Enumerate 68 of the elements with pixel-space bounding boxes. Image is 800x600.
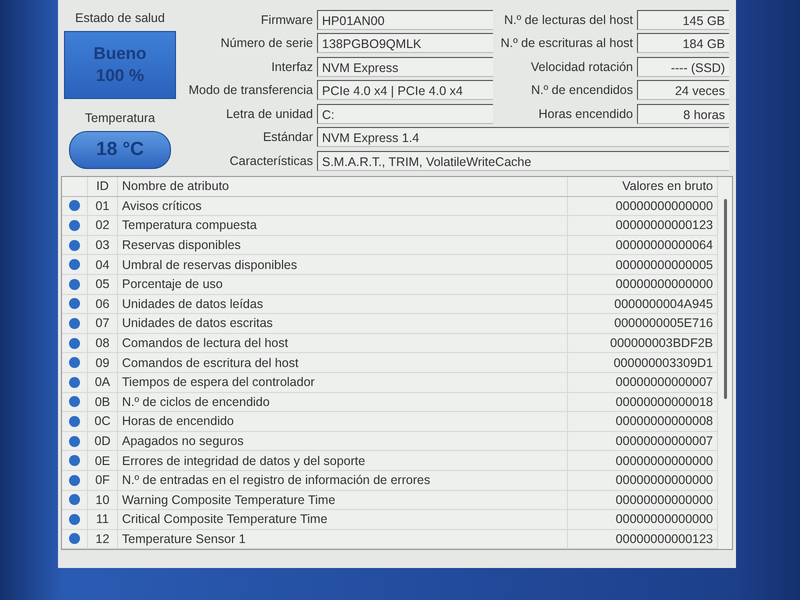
- field-value: ---- (SSD): [637, 56, 729, 77]
- table-cell: 11: [88, 510, 118, 529]
- table-cell: 0C: [88, 412, 118, 431]
- field-value: NVM Express: [317, 56, 493, 77]
- field-value: 145 GB: [637, 10, 729, 30]
- table-cell: 01: [88, 196, 118, 216]
- table-cell: Avisos críticos: [118, 196, 568, 216]
- table-cell: 0A: [88, 372, 118, 392]
- table-cell: Reservas disponibles: [118, 236, 568, 254]
- field-label: N.º de lecturas del host: [503, 12, 633, 27]
- table-cell: 0E: [88, 451, 118, 470]
- table-cell: Tiempos de espera del controlador: [118, 372, 568, 392]
- table-cell: Umbral de reservas disponibles: [118, 255, 568, 274]
- table-cell: 05: [88, 274, 118, 294]
- table-cell: Unidades de datos escritas: [118, 314, 568, 333]
- table-cell: 03: [88, 236, 118, 254]
- field-value: 138PGBO9QMLK: [317, 33, 493, 54]
- table-cell: 08: [88, 334, 118, 352]
- table-cell: 06: [88, 294, 118, 314]
- table-cell: Critical Composite Temperature Time: [118, 510, 568, 529]
- field-value: C:: [317, 104, 493, 124]
- table-cell: Errores de integridad de datos y del soporte: [118, 451, 568, 470]
- field-label: Número de serie: [220, 36, 313, 50]
- table-cell: Comandos de lectura del host: [118, 334, 568, 352]
- table-cell: 0F: [88, 470, 118, 490]
- table-cell: Temperatura compuesta: [118, 216, 568, 235]
- health-percent: 100 %: [96, 65, 144, 87]
- table-cell: Horas de encendido: [118, 412, 568, 431]
- table-cell: 10: [88, 490, 118, 510]
- table-cell: Comandos de escritura del host: [118, 353, 568, 372]
- table-cell: 07: [88, 314, 118, 333]
- field-value: PCIe 4.0 x4 | PCIe 4.0 x4: [317, 80, 493, 100]
- field-label: Horas encendido: [537, 106, 633, 121]
- table-cell: Porcentaje de uso: [118, 274, 568, 294]
- table-cell: 0B: [88, 392, 118, 412]
- temperature-label: Temperatura: [84, 111, 156, 125]
- field-value: 184 GB: [637, 33, 729, 54]
- temperature-value: 18 °C: [69, 131, 171, 169]
- field-value: HP01AN00: [317, 10, 493, 30]
- table-cell: 02: [88, 216, 118, 235]
- health-status: Bueno: [94, 43, 146, 65]
- table-cell: 0D: [88, 432, 118, 450]
- field-value: NVM Express 1.4: [317, 127, 729, 148]
- health-label: Estado de salud: [75, 11, 165, 25]
- field-value: S.M.A.R.T., TRIM, VolatileWriteCache: [317, 150, 729, 171]
- field-label: N.º de encendidos: [530, 83, 633, 98]
- field-label: N.º de escrituras al host: [500, 36, 633, 50]
- field-label: Interfaz: [270, 60, 313, 74]
- field-label: Estándar: [262, 130, 313, 144]
- column-header[interactable]: ID: [88, 177, 118, 196]
- field-value: 24 veces: [637, 80, 729, 100]
- table-cell: N.º de ciclos de encendido: [118, 392, 568, 412]
- table-cell: 09: [88, 353, 118, 372]
- table-cell: Apagados no seguros: [118, 432, 568, 450]
- table-cell: Temperature Sensor 1: [118, 530, 568, 548]
- scrollbar-thumb[interactable]: [724, 199, 726, 399]
- table-cell: 04: [88, 255, 118, 274]
- table-cell: N.º de entradas en el registro de información de errores: [118, 470, 568, 490]
- field-label: Firmware: [260, 12, 313, 27]
- field-label: Velocidad rotación: [530, 60, 633, 74]
- field-label: Características: [228, 154, 313, 168]
- column-header[interactable]: Nombre de atributo: [118, 177, 568, 196]
- field-value: 8 horas: [637, 104, 729, 124]
- field-label: Letra de unidad: [225, 106, 313, 121]
- table-cell: Warning Composite Temperature Time: [118, 490, 568, 510]
- table-cell: 12: [88, 530, 118, 548]
- table-cell: Unidades de datos leídas: [118, 294, 568, 314]
- field-label: Modo de transferencia: [188, 83, 313, 98]
